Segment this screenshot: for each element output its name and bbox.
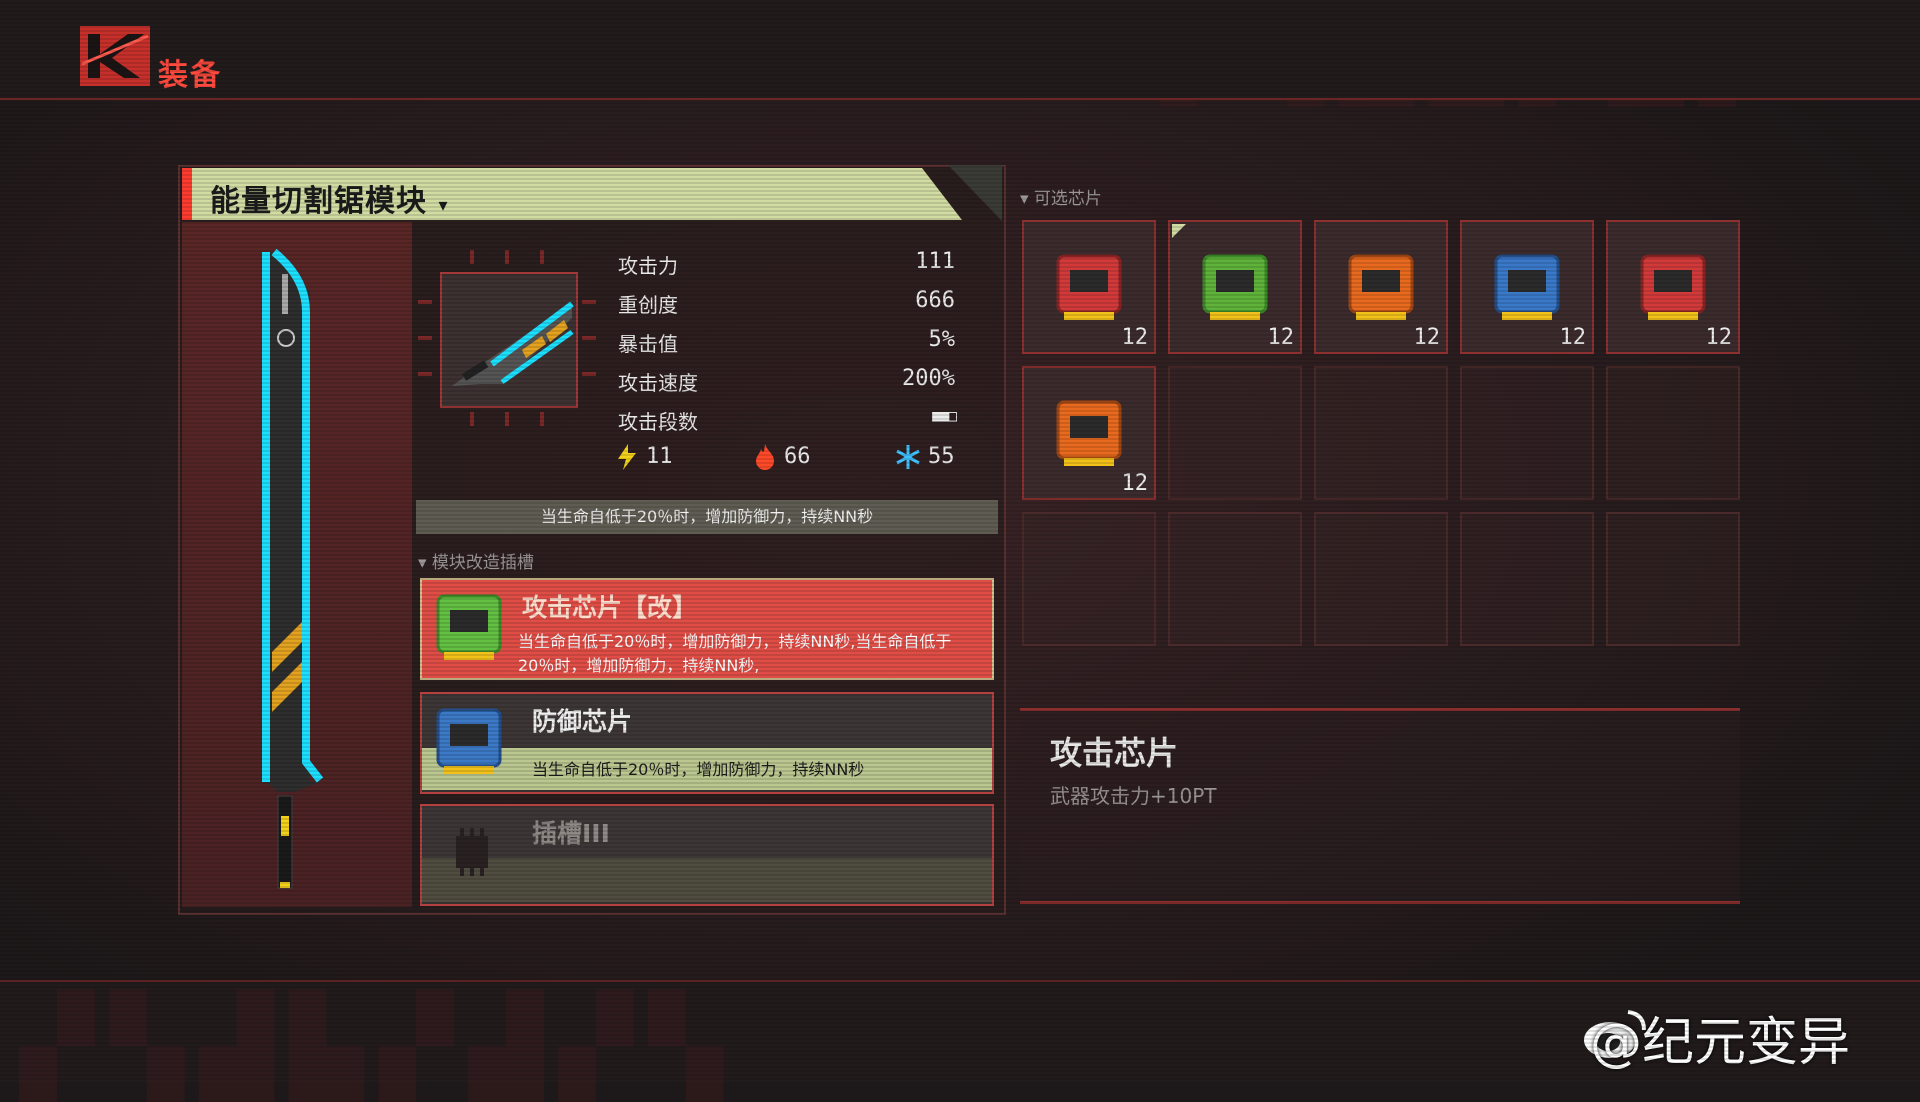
chip-count: 12: [1121, 471, 1149, 496]
top-bar: [0, 0, 1920, 100]
chip-cell-5[interactable]: 12: [1606, 220, 1740, 354]
frame-tick: [418, 372, 432, 376]
chip-count: 12: [1267, 325, 1295, 350]
stat-value-heavy: 666: [915, 288, 955, 313]
frame-tick: [582, 300, 596, 304]
stat-label-crit: 暴击值: [618, 332, 678, 356]
module-slot-3[interactable]: 插槽III: [420, 804, 994, 906]
stat-value-speed: 200%: [902, 366, 955, 391]
frame-tick: [505, 412, 509, 426]
weapon-name-label: 能量切割锯模块: [210, 184, 427, 219]
chip-cell-empty[interactable]: [1168, 366, 1302, 500]
green-chip-icon: [1202, 254, 1268, 320]
weapon-thumbnail-icon: [452, 301, 574, 386]
chip-count: 12: [1705, 325, 1733, 350]
green-chip-icon: [436, 594, 502, 660]
stat-label-hits: 攻击段数: [618, 410, 698, 434]
lightning-icon: [618, 444, 636, 470]
element-ice-value: 55: [928, 444, 955, 469]
slot-1-desc: 当生命自低于20％时，增加防御力，持续NN秒,当生命自低于20％时，增加防御力，…: [518, 632, 952, 675]
chip-count: 12: [1559, 325, 1587, 350]
stat-value-hits: ■■□: [932, 406, 957, 425]
stat-label-attack: 攻击力: [618, 254, 678, 278]
chip-count: 12: [1413, 325, 1441, 350]
chip-cell-empty[interactable]: [1314, 366, 1448, 500]
slot-3-title: 插槽III: [532, 819, 610, 848]
stat-label-speed: 攻击速度: [618, 371, 698, 395]
chip-cell-empty[interactable]: [1168, 512, 1302, 646]
chip-cell-empty[interactable]: [1460, 366, 1594, 500]
chip-cell-2[interactable]: 12: [1168, 220, 1302, 354]
frame-tick: [470, 412, 474, 426]
frame-tick: [582, 372, 596, 376]
chip-cell-empty[interactable]: [1022, 512, 1156, 646]
ice-icon: [896, 445, 920, 469]
equipment-logo-icon: [80, 26, 150, 86]
chip-cell-6[interactable]: 12: [1022, 366, 1156, 500]
frame-tick: [470, 250, 474, 264]
blue-chip-icon: [436, 708, 502, 774]
chip-cell-empty[interactable]: [1606, 366, 1740, 500]
chip-cell-4[interactable]: 12: [1460, 220, 1594, 354]
weapon-name[interactable]: 能量切割锯模块 ▾: [210, 176, 449, 220]
red-chip-icon: [1056, 254, 1122, 320]
chips-label: ▾ 可选芯片: [1020, 189, 1102, 209]
chip-cell-empty[interactable]: [1314, 512, 1448, 646]
frame-tick: [505, 250, 509, 264]
frame-tick: [418, 300, 432, 304]
empty-slot-icon: [456, 828, 488, 876]
selected-marker: [1172, 224, 1186, 238]
orange-chip-icon: [1348, 254, 1414, 320]
red-chip-icon: [1640, 254, 1706, 320]
chevron-down-icon: ▾: [438, 195, 449, 216]
stat-label-heavy: 重创度: [618, 293, 678, 317]
slot-2-title: 防御芯片: [532, 707, 633, 736]
watermark: @纪元变异: [1590, 1013, 1851, 1073]
frame-tick: [540, 412, 544, 426]
chip-cell-3[interactable]: 12: [1314, 220, 1448, 354]
stat-value-attack: 111: [915, 249, 955, 274]
chip-cell-1[interactable]: 12: [1022, 220, 1156, 354]
stat-value-crit: 5%: [928, 327, 956, 352]
frame-tick: [540, 250, 544, 264]
weapon-thumbnail: [440, 272, 578, 408]
orange-chip-icon: [1056, 400, 1122, 466]
module-slots-label: ▾ 模块改造插槽: [418, 553, 534, 573]
module-slot-1[interactable]: 攻击芯片【改】 当生命自低于20％时，增加防御力，持续NN秒,当生命自低于20％…: [420, 578, 994, 680]
slot-1-title: 攻击芯片【改】: [522, 593, 698, 622]
page-title: 装备: [158, 58, 222, 93]
chip-detail-desc: 武器攻击力+10PT: [1050, 784, 1217, 808]
chip-count: 12: [1121, 325, 1149, 350]
weapon-preview: [182, 222, 412, 907]
chip-detail-title: 攻击芯片: [1050, 734, 1179, 772]
slot-2-desc: 当生命自低于20％时，增加防御力，持续NN秒: [532, 760, 865, 779]
weapon-description: 当生命自低于20％时，增加防御力，持续NN秒: [416, 500, 998, 534]
background-glyph-text: ▞▚▟▙▞▟▞▚: [20, 990, 739, 1102]
blue-chip-icon: [1494, 254, 1560, 320]
chip-cell-empty[interactable]: [1460, 512, 1594, 646]
element-fire-value: 66: [784, 444, 811, 469]
frame-tick: [418, 336, 432, 340]
chip-cell-empty[interactable]: [1606, 512, 1740, 646]
fire-icon: [756, 444, 774, 470]
module-slot-2[interactable]: 防御芯片 当生命自低于20％时，增加防御力，持续NN秒: [420, 692, 994, 794]
slot-3-desc-bg: [422, 858, 992, 902]
frame-tick: [582, 336, 596, 340]
weapon-name-accent: [182, 168, 192, 220]
neon-sword-image: [262, 248, 324, 889]
element-lightning-value: 11: [646, 444, 673, 469]
